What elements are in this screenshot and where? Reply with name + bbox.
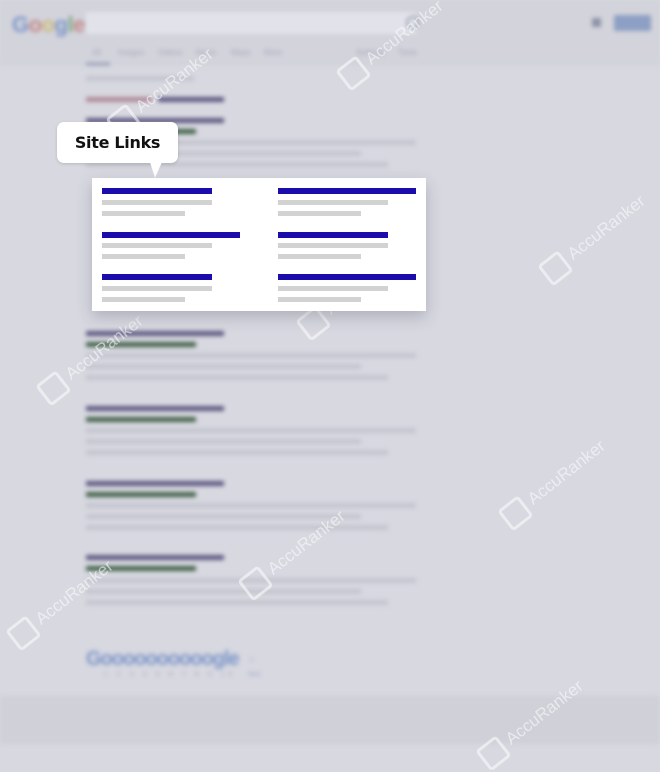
sitelink-snippet: [102, 200, 212, 205]
result-snippet: [86, 375, 388, 380]
tab-images[interactable]: Images: [118, 48, 144, 57]
result-snippet: [86, 589, 361, 594]
callout-label: Site Links: [74, 133, 161, 152]
sitelink-title[interactable]: [278, 188, 416, 194]
callout-pointer: [150, 162, 162, 178]
sitelink-snippet: [102, 297, 185, 302]
sitelink-snippet: [278, 211, 361, 216]
sitelink-snippet: [102, 286, 212, 291]
sitelink-title[interactable]: [102, 232, 240, 238]
logo-letter: o: [41, 12, 55, 37]
result-url: [86, 417, 196, 422]
sitelink-title[interactable]: [278, 232, 388, 238]
apps-grid-icon[interactable]: [592, 18, 601, 27]
logo-letter: o: [28, 12, 42, 37]
tab-more[interactable]: More: [264, 48, 282, 57]
sitelink-snippet: [102, 211, 185, 216]
result-title[interactable]: [86, 406, 224, 411]
page-numbers[interactable]: 1 2 3 4 5 6 7 8 9 10: [104, 672, 236, 678]
logo-letter: G: [12, 12, 29, 37]
pagination-logo: Goooooooooogle: [86, 648, 240, 671]
sitelink-snippet: [278, 297, 361, 302]
google-logo[interactable]: Google: [12, 12, 85, 38]
sitelink-snippet: [278, 200, 388, 205]
active-tab-indicator: [86, 63, 110, 65]
site-links-callout: Site Links: [57, 122, 178, 163]
result-snippet: [86, 503, 416, 508]
sign-in-button[interactable]: [614, 15, 651, 31]
site-links-panel: [92, 178, 426, 311]
result-snippet: [86, 364, 361, 369]
result-url: [86, 492, 196, 497]
result-snippet: [86, 353, 416, 358]
result-snippet: [86, 450, 388, 455]
sitelink-title[interactable]: [102, 274, 212, 280]
sitelink-title[interactable]: [102, 188, 212, 194]
result-snippet: [86, 428, 416, 433]
sitelink-snippet: [278, 243, 388, 248]
result-title[interactable]: [86, 481, 224, 486]
pagination-logo-text: Goooooooooogle: [86, 648, 240, 670]
sitelink-snippet: [102, 243, 212, 248]
tab-maps[interactable]: Maps: [231, 48, 251, 57]
blurred-search-results: Google All Images Videos News Maps More …: [0, 0, 660, 744]
tab-videos[interactable]: Videos: [158, 48, 182, 57]
logo-letter: g: [54, 12, 68, 37]
sitelink-title[interactable]: [278, 274, 416, 280]
sitelink-snippet: [278, 286, 388, 291]
header-bar: Google All Images Videos News Maps More …: [0, 0, 660, 66]
sitelink-snippet: [102, 254, 185, 259]
logo-letter: e: [73, 12, 85, 37]
sitelink-snippet: [278, 254, 361, 259]
tab-all[interactable]: All: [92, 48, 101, 57]
next-arrow-icon[interactable]: ›: [250, 654, 253, 665]
next-page-link[interactable]: Next: [248, 672, 260, 678]
result-snippet: [86, 439, 361, 444]
result-snippet: [86, 600, 388, 605]
search-input[interactable]: [86, 12, 416, 34]
